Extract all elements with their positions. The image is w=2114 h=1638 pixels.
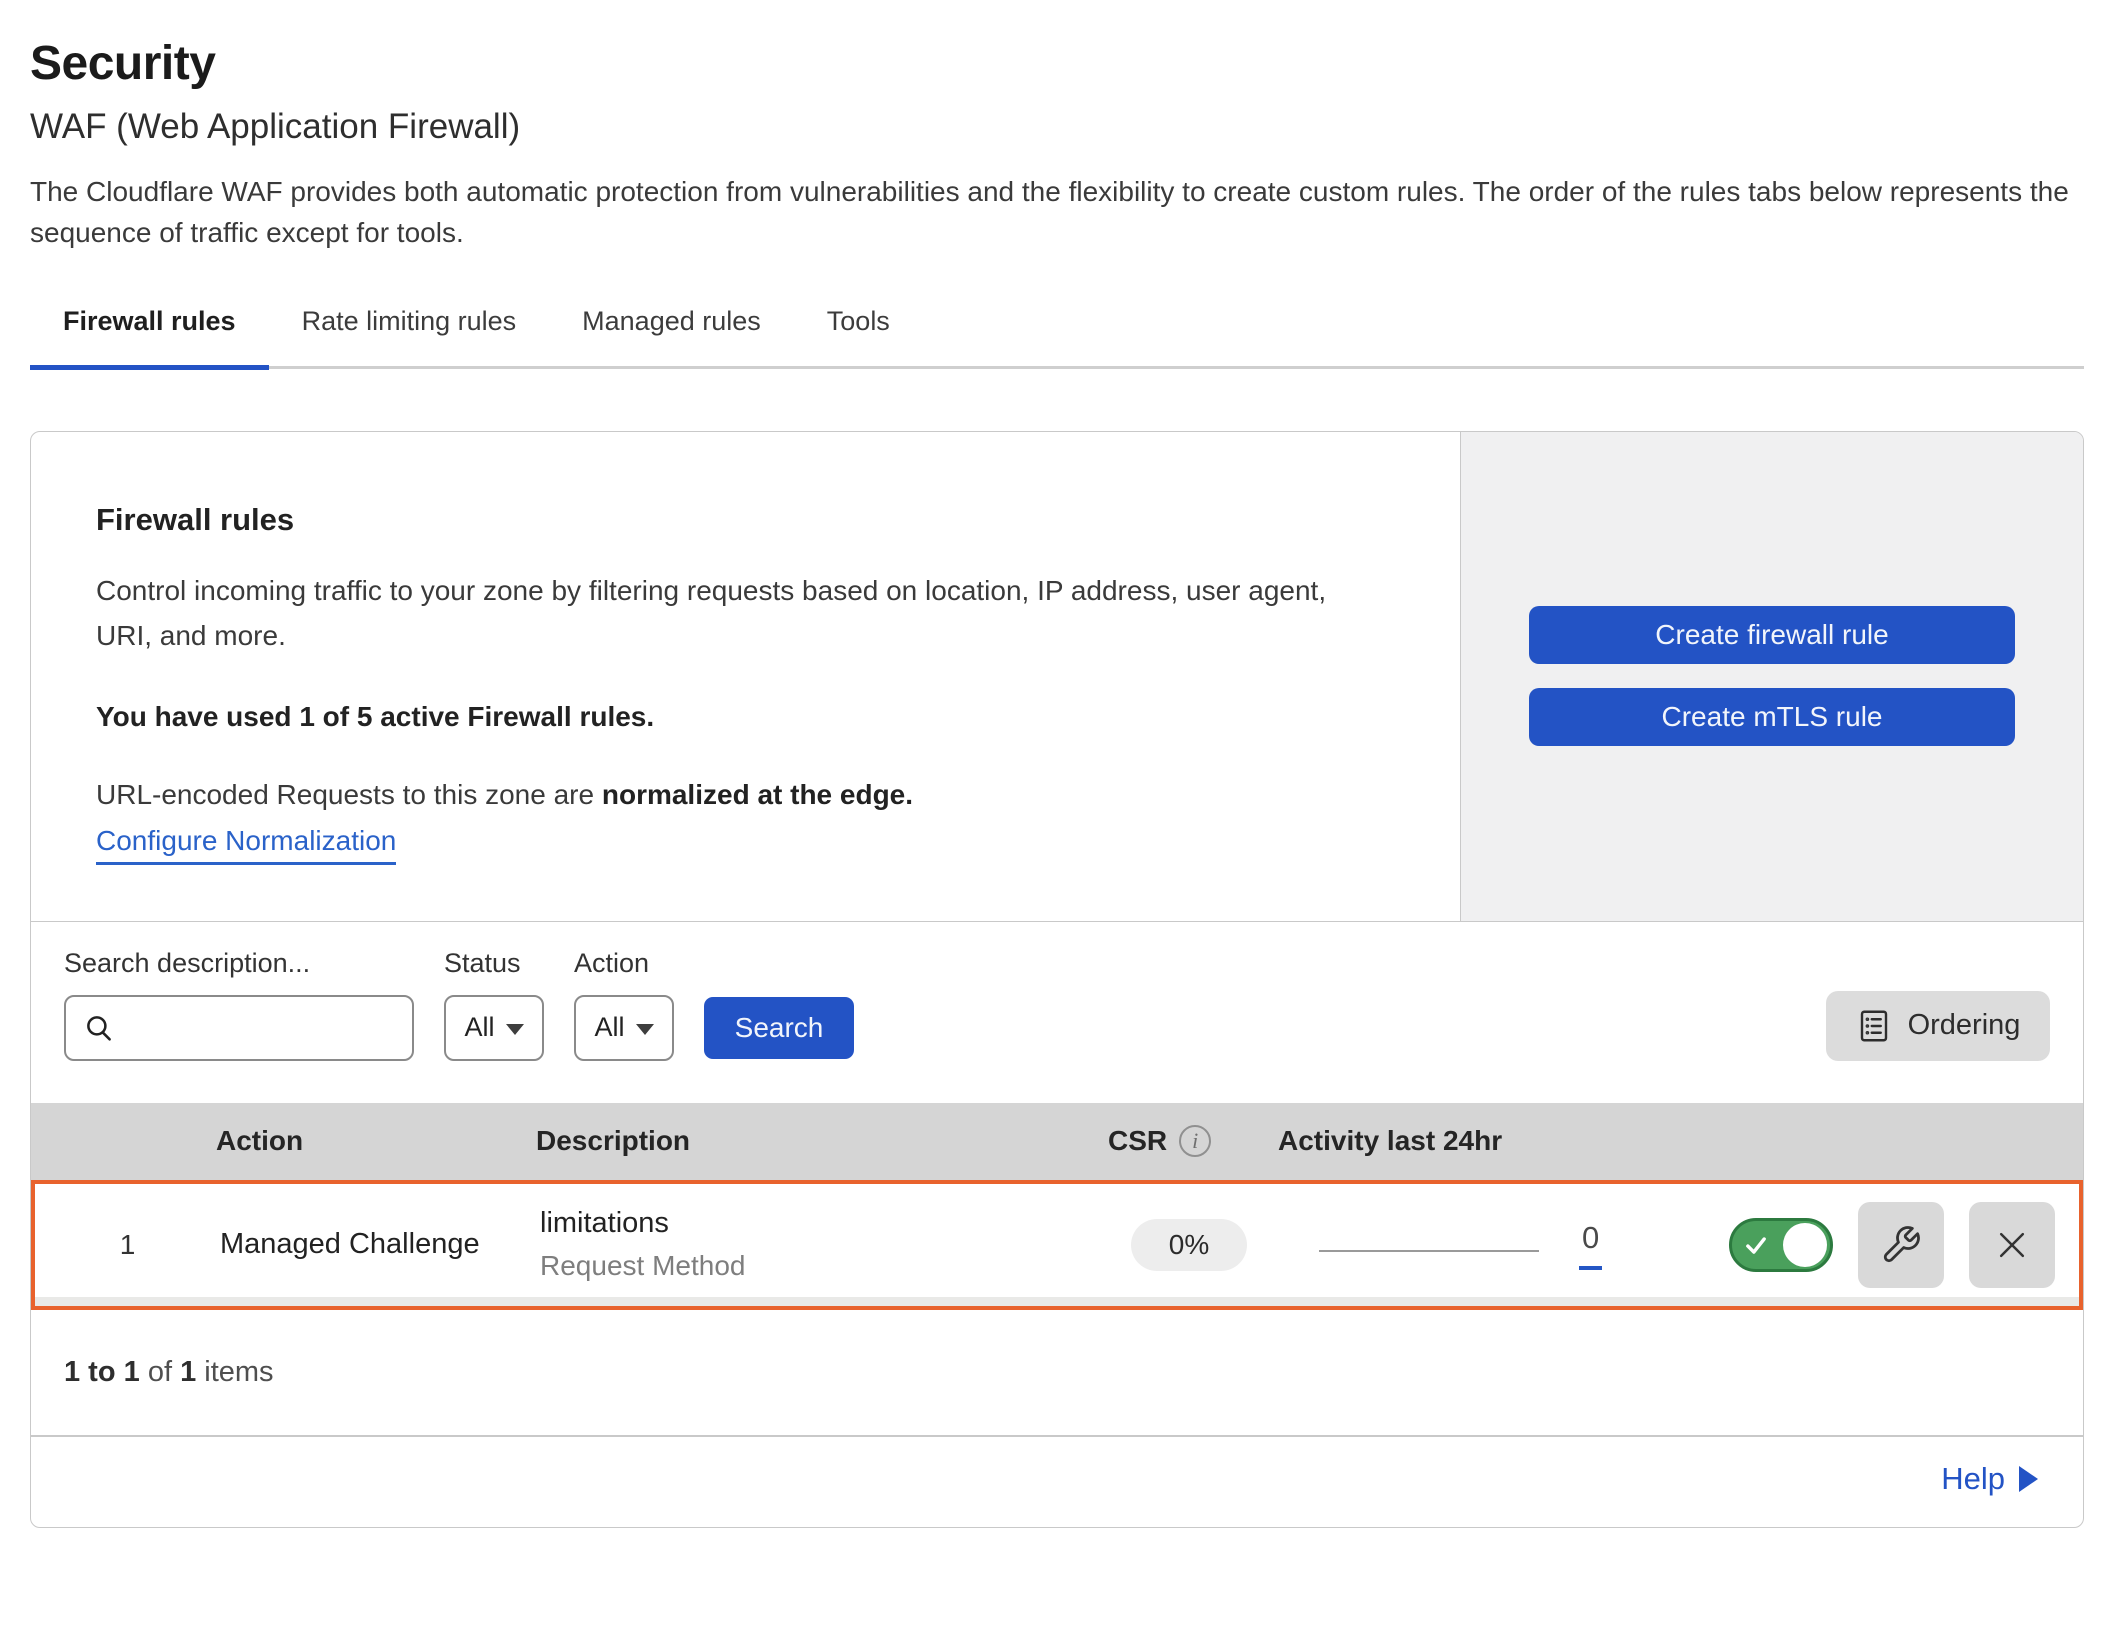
ordering-list-icon [1856, 1008, 1892, 1044]
page-title: Security [30, 36, 2084, 91]
action-column-header: Action [216, 1125, 536, 1157]
action-filter-group: Action All [574, 948, 674, 1061]
rule-match-field: Request Method [540, 1250, 1104, 1282]
firewall-rules-card: Firewall rules Control incoming traffic … [30, 431, 2084, 1528]
edit-rule-button[interactable] [1858, 1202, 1944, 1288]
action-select-value: All [594, 1012, 624, 1043]
chevron-down-icon [636, 1024, 654, 1035]
ordering-button[interactable]: Ordering [1826, 991, 2050, 1061]
rule-controls [1729, 1202, 2079, 1288]
footer-of: of [148, 1356, 172, 1388]
info-icon[interactable]: i [1179, 1125, 1211, 1157]
firewall-rule-row: 1 Managed Challenge limitations Request … [31, 1180, 2083, 1310]
filters-bar: Search description... Status All Action [31, 921, 2083, 1103]
action-select[interactable]: All [574, 995, 674, 1061]
ordering-button-label: Ordering [1908, 1009, 2021, 1042]
rule-description: limitations [540, 1207, 1104, 1240]
page-subtitle: WAF (Web Application Firewall) [30, 107, 2084, 147]
wrench-icon [1880, 1224, 1922, 1266]
create-mtls-rule-button[interactable]: Create mTLS rule [1529, 688, 2015, 746]
search-button[interactable]: Search [704, 997, 854, 1059]
configure-normalization-link[interactable]: Configure Normalization [96, 825, 396, 865]
rule-action: Managed Challenge [220, 1228, 540, 1261]
usage-text: You have used 1 of 5 active Firewall rul… [96, 701, 1395, 733]
table-header: Action Description CSR i Activity last 2… [31, 1103, 2083, 1180]
security-waf-page: Security WAF (Web Application Firewall) … [0, 0, 2114, 1528]
search-description-label: Search description... [64, 948, 414, 979]
overview-description: Control incoming traffic to your zone by… [96, 568, 1376, 659]
description-column-header: Description [536, 1125, 1108, 1157]
delete-rule-button[interactable] [1969, 1202, 2055, 1288]
tab-rate-limiting-rules[interactable]: Rate limiting rules [269, 302, 550, 370]
status-label: Status [444, 948, 544, 979]
rule-enabled-toggle[interactable] [1729, 1218, 1833, 1272]
normalization-text: URL-encoded Requests to this zone are no… [96, 779, 1395, 811]
rule-activity-cell: 0 [1274, 1220, 1729, 1270]
csr-badge: 0% [1131, 1219, 1247, 1271]
help-bar: Help [31, 1435, 2083, 1527]
tab-firewall-rules[interactable]: Firewall rules [30, 302, 269, 370]
action-label: Action [574, 948, 674, 979]
close-icon [1992, 1225, 2032, 1265]
footer-range: 1 to 1 [64, 1356, 140, 1388]
footer-total: 1 [180, 1356, 196, 1388]
search-filter-group: Search description... [64, 948, 414, 1061]
search-description-field[interactable] [64, 995, 414, 1061]
create-firewall-rule-button[interactable]: Create firewall rule [1529, 606, 2015, 664]
search-icon [82, 1011, 116, 1045]
csr-column-header: CSR i [1108, 1125, 1278, 1157]
status-select-value: All [464, 1012, 494, 1043]
page-description: The Cloudflare WAF provides both automat… [30, 171, 2084, 254]
waf-tab-bar: Firewall rules Rate limiting rules Manag… [30, 302, 2084, 369]
toggle-knob [1783, 1223, 1827, 1267]
status-filter-group: Status All [444, 948, 544, 1061]
chevron-down-icon [506, 1024, 524, 1035]
activity-column-header: Activity last 24hr [1278, 1125, 1733, 1157]
rule-description-cell: limitations Request Method [540, 1207, 1104, 1282]
actions-side-panel: Create firewall rule Create mTLS rule [1460, 432, 2083, 921]
tab-managed-rules[interactable]: Managed rules [549, 302, 794, 370]
activity-sparkline [1319, 1250, 1539, 1252]
normalization-prefix: URL-encoded Requests to this zone are [96, 779, 594, 810]
arrow-right-icon [2019, 1466, 2038, 1492]
activity-count-link[interactable]: 0 [1579, 1220, 1602, 1270]
tab-tools[interactable]: Tools [794, 302, 923, 370]
csr-header-label: CSR [1108, 1125, 1167, 1157]
firewall-rules-overview: Firewall rules Control incoming traffic … [31, 432, 2083, 921]
help-link-label: Help [1941, 1461, 2005, 1497]
overview-text-panel: Firewall rules Control incoming traffic … [31, 432, 1460, 921]
footer-items: items [204, 1356, 273, 1388]
search-description-input[interactable] [128, 1011, 396, 1044]
rule-csr-cell: 0% [1104, 1219, 1274, 1271]
check-icon [1743, 1232, 1769, 1258]
help-link[interactable]: Help [1941, 1461, 2038, 1497]
overview-heading: Firewall rules [96, 502, 1395, 538]
table-horizontal-scrollbar[interactable] [35, 1297, 2079, 1306]
rule-priority: 1 [35, 1229, 220, 1261]
normalization-bold: normalized at the edge. [602, 779, 913, 810]
status-select[interactable]: All [444, 995, 544, 1061]
table-footer: 1 to 1 of 1 items [31, 1310, 2083, 1435]
